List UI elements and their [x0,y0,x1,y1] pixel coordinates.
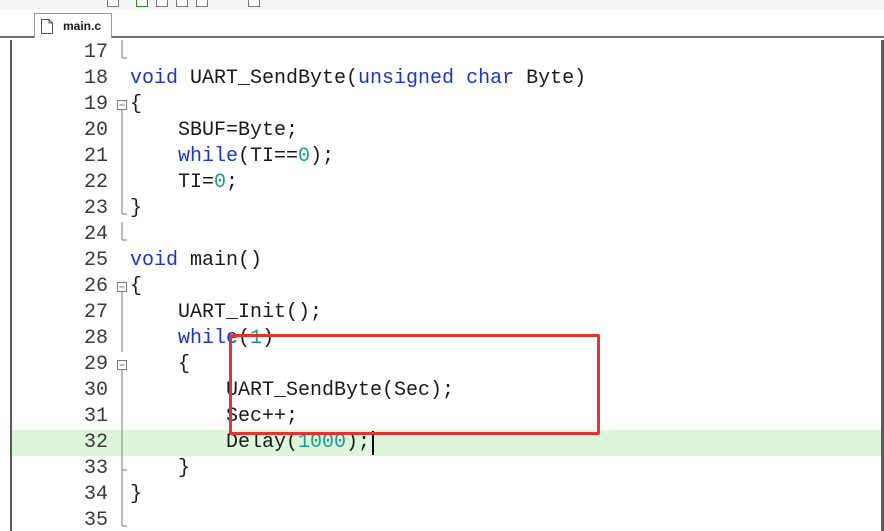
code-line[interactable]: 33 } [12,456,881,482]
code-line[interactable]: 27 UART_Init(); [12,300,881,326]
code-text[interactable]: } [130,196,142,222]
code-text[interactable]: { [130,352,190,378]
line-number: 28 [83,327,108,350]
fold-guide-icon [121,300,123,326]
line-number: 34 [83,483,108,506]
line-number: 20 [83,119,108,142]
code-line[interactable]: 25 void main() [12,248,881,274]
toolbar-button-icon[interactable] [136,0,148,7]
code-text[interactable]: while(TI==0); [130,144,334,170]
tab-label: main.c [63,19,102,33]
code-line[interactable]: 21 while(TI==0); [12,144,881,170]
code-line[interactable]: 24 [12,222,881,248]
fold-end-icon [121,40,127,59]
fold-guide-icon [121,144,123,170]
tab-main-c[interactable]: main.c [34,13,112,38]
code-text[interactable]: SBUF=Byte; [130,118,298,144]
line-number: 33 [83,457,108,480]
code-text[interactable]: UART_Init(); [130,300,322,326]
code-line[interactable]: 19 { [12,92,881,118]
line-number: 18 [83,67,108,90]
fold-end-icon [121,456,127,482]
fold-collapse-icon[interactable] [115,352,129,378]
toolbar-button-icon[interactable] [196,0,208,7]
code-text[interactable]: void UART_SendByte(unsigned char Byte) [130,66,586,92]
code-line[interactable]: 17 [12,40,881,66]
fold-collapse-icon[interactable] [115,274,129,300]
code-text[interactable]: void main() [130,248,262,274]
code-line[interactable]: 18 void UART_SendByte(unsigned char Byte) [12,66,881,92]
fold-end-icon [121,508,127,527]
toolbar-button-icon[interactable] [107,0,119,7]
code-line[interactable]: 35 [12,508,881,531]
code-text[interactable]: TI=0; [130,170,238,196]
code-text[interactable]: { [130,92,142,118]
line-number: 29 [83,353,108,376]
fold-end-icon [121,222,127,241]
toolbar [0,0,884,10]
fold-guide-icon [121,404,123,430]
code-line[interactable]: 23} [12,196,881,222]
line-number: 25 [83,249,108,272]
fold-collapse-icon[interactable] [115,92,129,118]
line-number: 23 [83,197,108,220]
line-number: 22 [83,171,108,194]
code-line[interactable]: 22 TI=0; [12,170,881,196]
fold-guide-icon [121,170,123,196]
code-line[interactable]: 20 SBUF=Byte; [12,118,881,144]
line-number: 17 [83,41,108,64]
line-number: 19 [83,93,108,116]
line-number: 27 [83,301,108,324]
fold-guide-icon [121,378,123,404]
line-number: 26 [83,275,108,298]
code-text[interactable]: } [130,456,190,482]
line-number: 32 [83,431,108,454]
code-line[interactable]: 26 { [12,274,881,300]
code-editor[interactable]: 17 18 void UART_SendByte(unsigned char Byt… [0,40,884,531]
editor-left-border [10,40,12,531]
annotation-highlight-box [229,334,600,435]
line-number: 31 [83,405,108,428]
tab-bar: main.c [0,10,884,38]
toolbar-button-icon[interactable] [248,0,260,7]
line-number: 24 [83,223,108,246]
line-number: 21 [83,145,108,168]
toolbar-button-icon[interactable] [156,0,168,7]
line-number: 30 [83,379,108,402]
toolbar-button-icon[interactable] [176,0,188,7]
fold-guide-icon [121,482,123,508]
line-number: 35 [83,509,108,531]
code-line[interactable]: 34} [12,482,881,508]
fold-end-icon [121,196,127,215]
file-icon [41,18,53,34]
code-text[interactable]: { [130,274,142,300]
fold-guide-icon [121,326,123,352]
fold-guide-icon [121,118,123,144]
fold-guide-icon [121,430,123,456]
code-text[interactable]: } [130,482,142,508]
